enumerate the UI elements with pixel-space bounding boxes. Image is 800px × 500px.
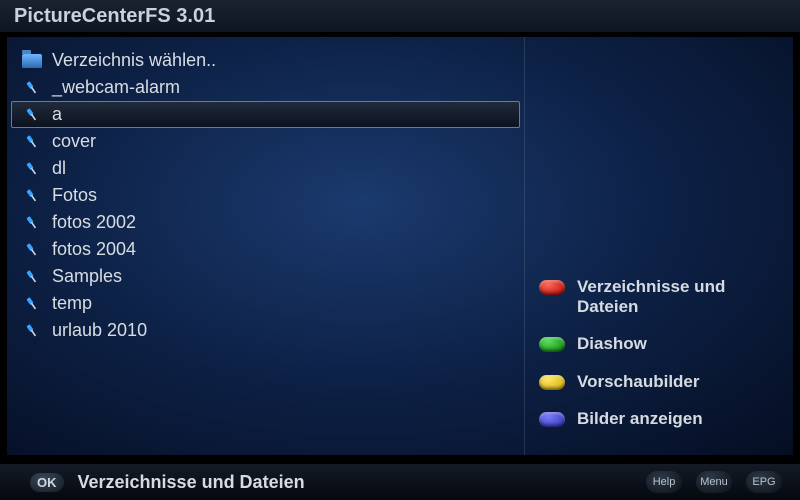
color-legend: Verzeichnisse und Dateien Diashow Vorsch… <box>539 277 779 429</box>
pin-icon <box>22 188 42 204</box>
pin-icon <box>22 296 42 312</box>
titlebar: PictureCenterFS 3.01 <box>0 0 800 34</box>
list-item-label: a <box>52 104 62 125</box>
legend-green[interactable]: Diashow <box>539 334 779 354</box>
list-item[interactable]: Fotos <box>11 182 520 209</box>
ok-button[interactable]: OK <box>30 473 64 492</box>
folder-icon <box>22 54 42 68</box>
pin-icon <box>22 323 42 339</box>
pin-icon <box>22 107 42 123</box>
list-item-label: Samples <box>52 266 122 287</box>
list-item[interactable]: urlaub 2010 <box>11 317 520 344</box>
menu-button[interactable]: Menu <box>696 471 732 493</box>
list-item-label: temp <box>52 293 92 314</box>
list-item[interactable]: fotos 2004 <box>11 236 520 263</box>
pin-icon <box>22 80 42 96</box>
legend-pane: Verzeichnisse und Dateien Diashow Vorsch… <box>525 37 793 455</box>
file-list-pane: Verzeichnis wählen.. _webcam-alarma cover d… <box>7 37 525 455</box>
legend-red[interactable]: Verzeichnisse und Dateien <box>539 277 779 316</box>
legend-yellow[interactable]: Vorschaubilder <box>539 372 779 392</box>
pin-icon <box>22 215 42 231</box>
pin-icon <box>22 161 42 177</box>
green-dot-icon <box>539 337 565 352</box>
list-item-label: _webcam-alarm <box>52 77 180 98</box>
legend-green-label: Diashow <box>577 334 647 354</box>
file-list[interactable]: Verzeichnis wählen.. _webcam-alarma cover d… <box>11 47 520 344</box>
app-title: PictureCenterFS 3.01 <box>14 5 215 28</box>
list-item[interactable]: dl <box>11 155 520 182</box>
legend-red-label: Verzeichnisse und Dateien <box>577 277 757 316</box>
footer-status: Verzeichnisse und Dateien <box>78 472 305 493</box>
legend-blue[interactable]: Bilder anzeigen <box>539 409 779 429</box>
list-item[interactable]: a <box>11 101 520 128</box>
list-item-label: Verzeichnis wählen.. <box>52 50 216 71</box>
pin-icon <box>22 134 42 150</box>
legend-blue-label: Bilder anzeigen <box>577 409 703 429</box>
list-item-label: urlaub 2010 <box>52 320 147 341</box>
main-area: Verzeichnis wählen.. _webcam-alarma cover d… <box>6 36 794 456</box>
blue-dot-icon <box>539 412 565 427</box>
list-item[interactable]: Verzeichnis wählen.. <box>11 47 520 74</box>
list-item-label: dl <box>52 158 66 179</box>
list-item[interactable]: fotos 2002 <box>11 209 520 236</box>
list-item-label: fotos 2002 <box>52 212 136 233</box>
epg-button[interactable]: EPG <box>746 471 782 493</box>
red-dot-icon <box>539 280 565 295</box>
pin-icon <box>22 269 42 285</box>
list-item-label: Fotos <box>52 185 97 206</box>
list-item[interactable]: _webcam-alarm <box>11 74 520 101</box>
legend-yellow-label: Vorschaubilder <box>577 372 700 392</box>
help-button[interactable]: Help <box>646 471 682 493</box>
yellow-dot-icon <box>539 375 565 390</box>
list-item[interactable]: cover <box>11 128 520 155</box>
list-item-label: cover <box>52 131 96 152</box>
pin-icon <box>22 242 42 258</box>
footer-bar: OK Verzeichnisse und Dateien Help Menu E… <box>0 462 800 500</box>
list-item-label: fotos 2004 <box>52 239 136 260</box>
list-item[interactable]: Samples <box>11 263 520 290</box>
list-item[interactable]: temp <box>11 290 520 317</box>
